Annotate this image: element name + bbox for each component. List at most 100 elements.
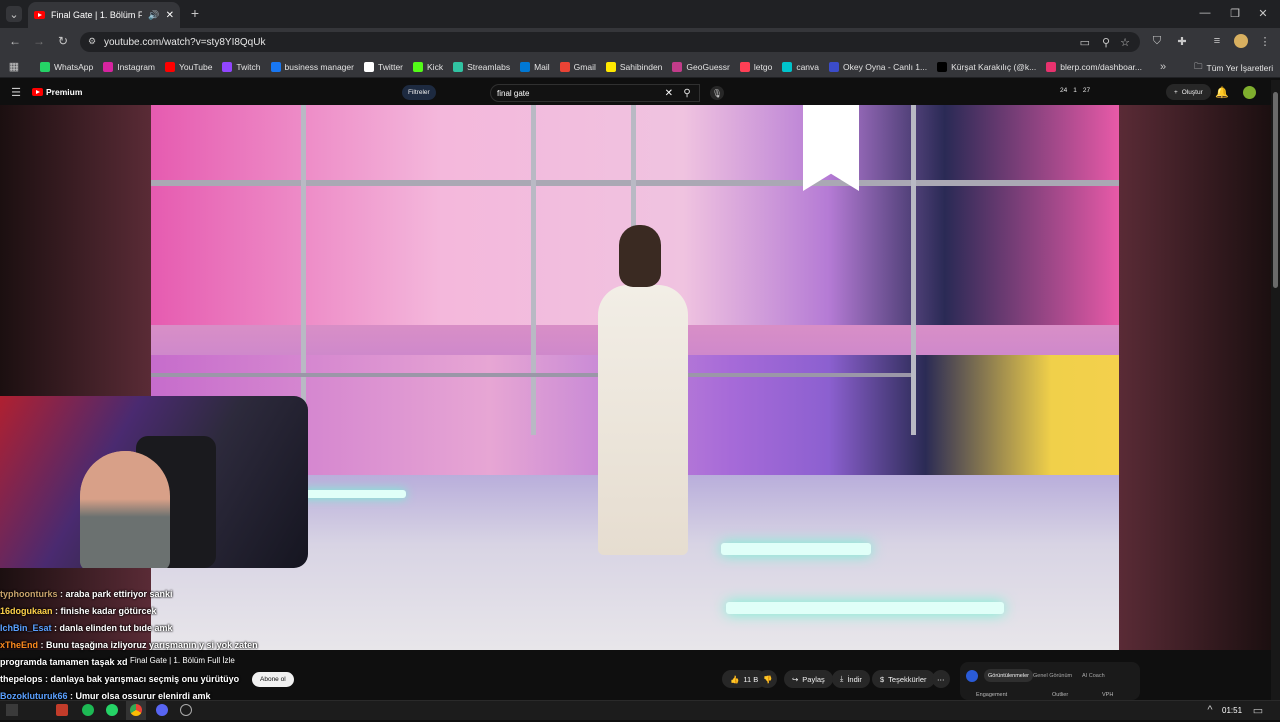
cast-icon[interactable]: ▭ [1080, 36, 1090, 49]
shield-extension-icon[interactable]: ⛉ [1150, 34, 1164, 48]
chat-text: danlaya bak yarışmacı seçmiş onu yürütüy… [50, 674, 240, 684]
bookmark-item[interactable]: YouTube [165, 61, 212, 72]
youtube-logo-icon [32, 88, 43, 96]
back-icon[interactable]: ← [8, 34, 22, 48]
col-engagement: Engagement [976, 692, 1008, 698]
bookmark-item[interactable]: blerp.com/dashboar... [1046, 61, 1142, 72]
tray-chevron-icon[interactable]: ^ [1204, 704, 1216, 716]
zoom-icon[interactable]: ⚲ [1102, 36, 1110, 49]
bookmark-favicon-icon [222, 61, 233, 72]
share-label: Paylaş [802, 674, 825, 684]
close-tab-icon[interactable]: ✕ [166, 10, 174, 21]
chat-separator: : [42, 674, 51, 684]
spotify-icon[interactable] [82, 704, 94, 716]
chat-text: finishe kadar götürcek [60, 606, 157, 616]
voice-search-icon[interactable]: 🎙 [710, 86, 724, 100]
notifications-bell-icon[interactable]: 🔔 [1215, 86, 1229, 99]
bookmark-item[interactable]: Twitter [363, 61, 403, 72]
chat-username[interactable]: xTheEnd [0, 640, 38, 650]
close-window-icon[interactable]: ✕ [1256, 6, 1270, 20]
thanks-button[interactable]: $ Teşekkürler [872, 670, 935, 688]
bookmark-favicon-icon [40, 61, 50, 72]
scrollbar-thumb[interactable] [1273, 92, 1278, 288]
audio-icon[interactable]: 🔊 [148, 10, 159, 21]
channel-avatar[interactable] [1243, 86, 1256, 99]
bookmark-item[interactable]: Gmail [559, 61, 596, 72]
extensions-icon[interactable]: ✚ [1175, 34, 1189, 48]
youtube-logo[interactable]: Premium [32, 87, 82, 97]
more-bookmarks-icon[interactable]: » [1160, 61, 1166, 73]
bookmark-item[interactable]: letgo [739, 61, 773, 72]
share-button[interactable]: ↪ Paylaş [784, 670, 833, 688]
hamburger-menu-icon[interactable]: ☰ [10, 86, 22, 99]
panel-tab-ai-coach[interactable]: AI Coach [1082, 673, 1105, 679]
reload-icon[interactable]: ↻ [56, 34, 70, 48]
stat-2: 1 [1073, 87, 1077, 94]
analytics-panel: Görüntülenmeler Genel Görünüm AI Coach E… [960, 662, 1140, 700]
tab-search-icon[interactable]: ⌄ [6, 6, 22, 22]
search-icon[interactable]: ⚲ [676, 84, 698, 102]
restore-icon[interactable]: ❐ [1228, 6, 1242, 20]
whatsapp-icon[interactable] [106, 704, 118, 716]
create-button[interactable]: + Oluştur [1166, 84, 1211, 100]
clear-search-icon[interactable]: ✕ [665, 88, 673, 99]
taskbar: ^ 01:51 ▭ [0, 700, 1280, 720]
right-ambient [1119, 105, 1271, 650]
chat-username[interactable]: thepelops [0, 674, 43, 684]
bookmark-item[interactable]: Mail [520, 61, 550, 72]
search-input[interactable]: final gate ✕ [490, 84, 700, 102]
forward-icon[interactable]: → [32, 34, 46, 48]
bookmark-item[interactable]: Instagram [103, 61, 155, 72]
download-icon: ⤓ [840, 674, 844, 683]
menu-kebab-icon[interactable]: ⋮ [1258, 34, 1272, 48]
filters-button[interactable]: Filtreler [402, 85, 436, 100]
bookmark-item[interactable]: Twitch [222, 61, 261, 72]
apps-grid-icon[interactable]: ▦ [2, 60, 26, 73]
bookmark-item[interactable]: Kürşat Karakılıç (@k... [937, 61, 1036, 72]
more-actions-button[interactable]: ⋯ [932, 670, 950, 688]
all-bookmarks-folder[interactable]: 🗀 Tüm Yer İşaretleri [1194, 61, 1273, 75]
chat-username[interactable]: typhoonturks [0, 589, 58, 599]
url-text: youtube.com/watch?v=sty8YI8QqUk [104, 36, 266, 48]
panel-tab-overview[interactable]: Genel Görünüm [1033, 673, 1072, 679]
bookmark-item[interactable]: WhatsApp [40, 61, 93, 72]
bookmark-item[interactable]: GeoGuessr [672, 61, 730, 72]
minimize-icon[interactable]: — [1198, 6, 1212, 20]
panel-tab-views[interactable]: Görüntülenmeler [984, 669, 1033, 682]
app-icon[interactable] [56, 704, 68, 716]
bookmark-list: WhatsApp Instagram YouTube Twitch business m… [26, 61, 1152, 72]
obs-icon[interactable] [180, 704, 192, 716]
clock[interactable]: 01:51 [1222, 706, 1242, 715]
bookmark-item[interactable]: Kick [413, 61, 443, 72]
profile-avatar[interactable] [1234, 34, 1248, 48]
active-tab[interactable]: Final Gate | 1. Bölüm Full İz 🔊 ✕ [28, 2, 180, 28]
notifications-icon[interactable]: ▭ [1252, 704, 1264, 717]
bookmark-item[interactable]: Okey Oyna - Canlı 1... [829, 61, 927, 72]
chrome-active-slot[interactable] [126, 701, 146, 720]
video-player[interactable] [151, 105, 1119, 650]
light-bar [301, 490, 406, 498]
chat-username[interactable]: IchBin_Esat [0, 623, 52, 633]
bookmark-label: Gmail [573, 61, 596, 72]
bookmark-item[interactable]: business manager [270, 61, 354, 72]
download-button[interactable]: ⤓ İndir [832, 670, 870, 688]
bookmark-item[interactable]: Sahibinden [605, 61, 662, 72]
omnibox[interactable]: ⚙ youtube.com/watch?v=sty8YI8QqUk ▭ ⚲ ☆ [80, 32, 1140, 52]
bookmark-favicon-icon [1046, 61, 1057, 72]
start-icon[interactable] [6, 704, 18, 716]
discord-icon[interactable] [156, 704, 168, 716]
bookmark-item[interactable]: Streamlabs [453, 61, 510, 72]
bookmark-label: letgo [753, 61, 773, 72]
analytics-logo-icon [966, 670, 978, 682]
chat-username[interactable]: 16dogukaan [0, 606, 53, 616]
youtube-favicon-icon [34, 11, 45, 19]
light-bar [726, 602, 1004, 614]
site-info-icon[interactable]: ⚙ [88, 36, 96, 47]
thumbs-down-icon: 👎 [763, 674, 773, 684]
new-tab-icon[interactable]: + [188, 5, 202, 21]
bookmark-star-icon[interactable]: ☆ [1120, 36, 1130, 49]
bookmark-favicon-icon [103, 61, 114, 72]
bookmark-item[interactable]: canva [782, 61, 819, 72]
dislike-button[interactable]: 👎 [758, 670, 778, 688]
media-controls-icon[interactable]: ≡ [1210, 34, 1224, 48]
